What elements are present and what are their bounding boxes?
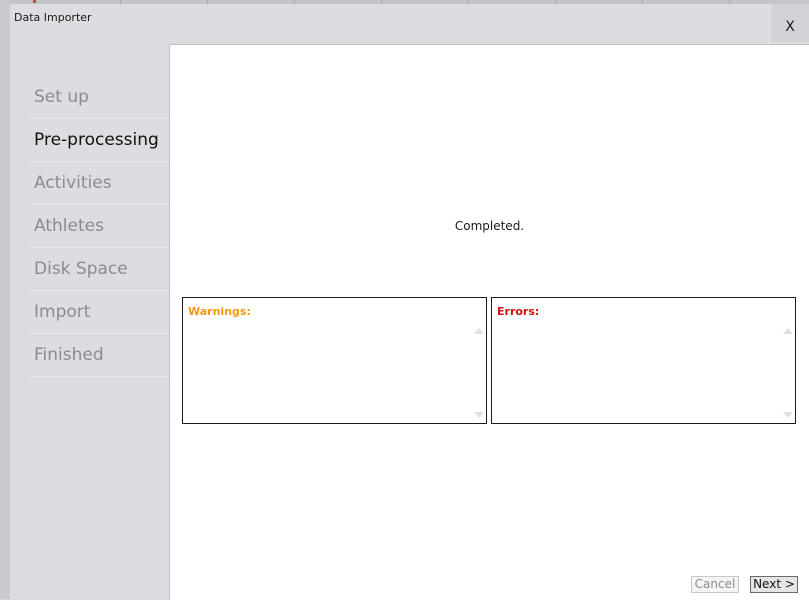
next-button[interactable]: Next > xyxy=(750,576,798,593)
scroll-down-icon[interactable] xyxy=(474,412,484,418)
step-set-up[interactable]: Set up xyxy=(30,76,169,119)
close-button[interactable]: X xyxy=(771,4,809,42)
scroll-down-icon[interactable] xyxy=(783,412,793,418)
errors-label: Errors: xyxy=(497,305,540,318)
dialog-title: Data Importer xyxy=(14,11,92,24)
warnings-label: Warnings: xyxy=(188,305,251,318)
step-athletes[interactable]: Athletes xyxy=(30,205,169,248)
warnings-scrollbar[interactable] xyxy=(473,326,484,420)
desktop-background: Data Importer X Set up Pre-processing Ac… xyxy=(0,0,809,600)
scroll-up-icon[interactable] xyxy=(783,328,793,334)
step-pre-processing[interactable]: Pre-processing xyxy=(30,119,169,162)
background-window-edge xyxy=(0,0,10,599)
step-finished[interactable]: Finished xyxy=(30,334,169,377)
background-mark xyxy=(33,0,36,3)
warnings-box[interactable]: Warnings: xyxy=(182,297,487,424)
data-importer-dialog: Data Importer X Set up Pre-processing Ac… xyxy=(10,4,809,600)
content-panel: Completed. Warnings: Errors: Cancel Next… xyxy=(169,44,809,600)
scroll-up-icon[interactable] xyxy=(474,328,484,334)
status-text: Completed. xyxy=(454,219,525,233)
cancel-button[interactable]: Cancel xyxy=(691,576,739,593)
errors-scrollbar[interactable] xyxy=(782,326,793,420)
wizard-steps: Set up Pre-processing Activities Athlete… xyxy=(30,76,169,377)
step-activities[interactable]: Activities xyxy=(30,162,169,205)
errors-box[interactable]: Errors: xyxy=(491,297,796,424)
step-disk-space[interactable]: Disk Space xyxy=(30,248,169,291)
step-import[interactable]: Import xyxy=(30,291,169,334)
